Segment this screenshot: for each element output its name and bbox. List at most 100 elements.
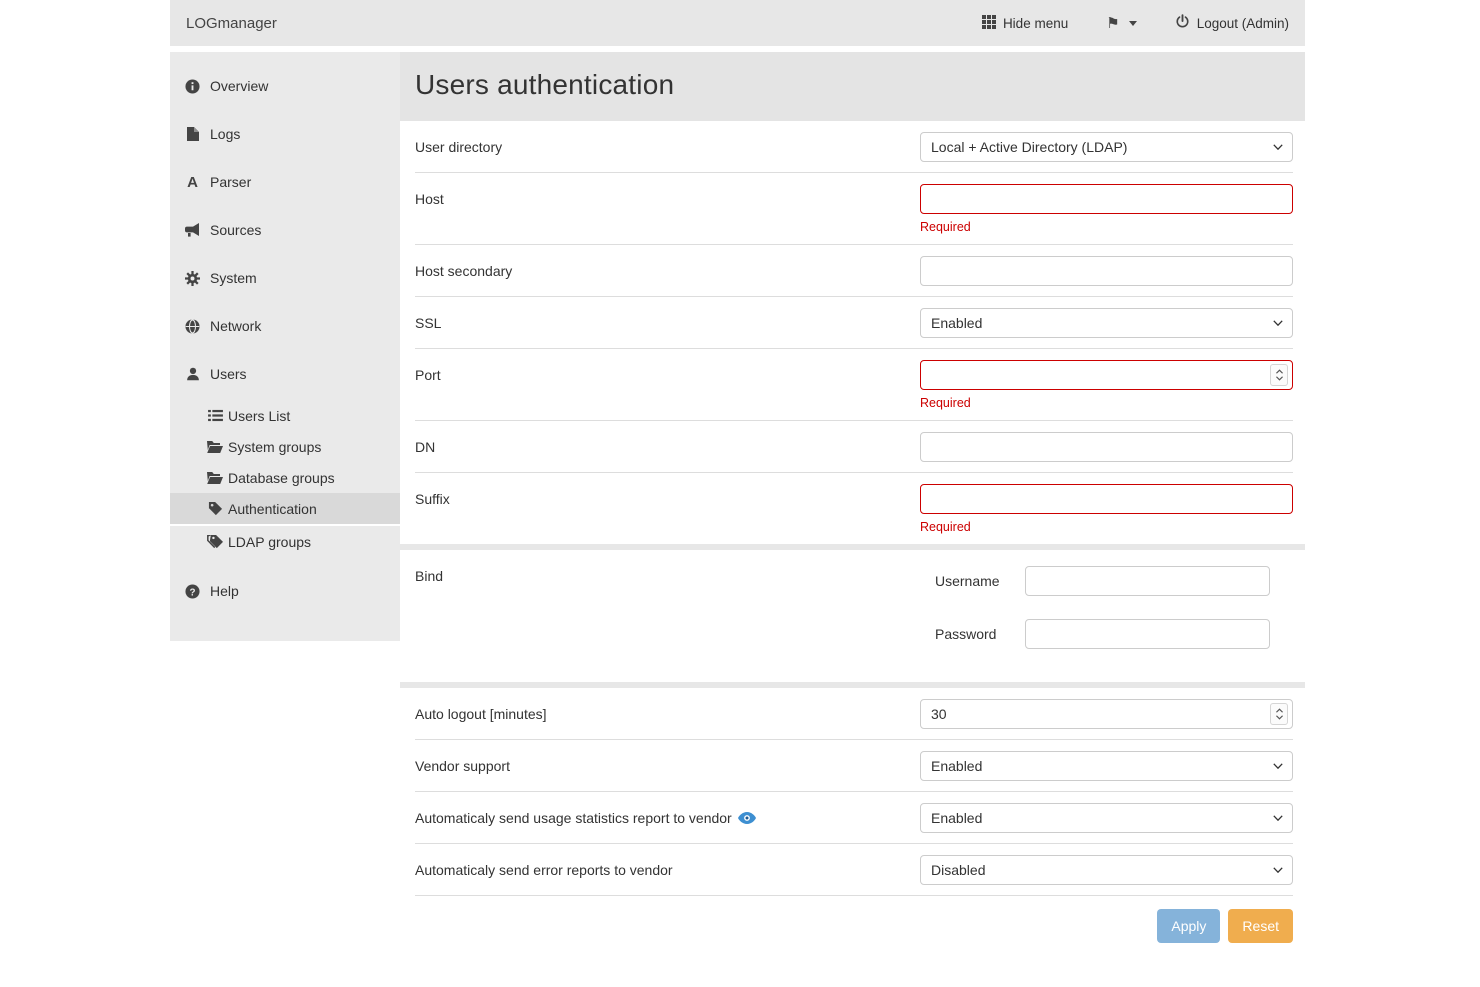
bind-password-row: Password xyxy=(920,619,1293,649)
bind-label: Bind xyxy=(415,566,920,584)
list-icon xyxy=(206,409,224,422)
suffix-error: Required xyxy=(920,520,1293,534)
sidebar-item-label: System xyxy=(210,270,257,286)
form-row-vendor-support: Vendor support Enabled xyxy=(415,740,1293,792)
usage-statistics-label: Automaticaly send usage statistics repor… xyxy=(415,810,732,826)
chevron-down-icon xyxy=(1273,867,1283,873)
form-row-user-directory: User directory Local + Active Directory … xyxy=(415,121,1293,173)
form-row-port: Port Required xyxy=(415,349,1293,421)
sidebar-item-sources[interactable]: Sources xyxy=(170,206,400,254)
user-directory-value: Local + Active Directory (LDAP) xyxy=(931,139,1127,155)
sidebar-item-label: Authentication xyxy=(228,501,317,517)
sidebar-item-label: Database groups xyxy=(228,470,335,486)
sidebar-item-users[interactable]: Users xyxy=(170,350,400,398)
number-spinner[interactable] xyxy=(1270,703,1288,725)
brand-logo: LOGmanager xyxy=(186,15,277,32)
chevron-down-icon xyxy=(1273,815,1283,821)
vendor-support-label: Vendor support xyxy=(415,751,920,774)
tags-icon xyxy=(206,534,224,549)
port-input[interactable] xyxy=(920,360,1293,390)
bind-username-input[interactable] xyxy=(1025,566,1270,596)
language-dropdown[interactable]: ⚑ xyxy=(1106,16,1136,31)
folder-icon xyxy=(206,471,224,484)
ssl-select[interactable]: Enabled xyxy=(920,308,1293,338)
reset-button[interactable]: Reset xyxy=(1228,909,1293,943)
hide-menu-label: Hide menu xyxy=(1003,16,1068,31)
usage-statistics-select[interactable]: Enabled xyxy=(920,803,1293,833)
sidebar-item-label: Help xyxy=(210,583,239,599)
bind-password-label: Password xyxy=(920,626,1025,642)
page-title: Users authentication xyxy=(415,69,1290,101)
sidebar-item-label: System groups xyxy=(228,439,321,455)
form-row-ssl: SSL Enabled xyxy=(415,297,1293,349)
sidebar-item-parser[interactable]: A Parser xyxy=(170,158,400,206)
host-input[interactable] xyxy=(920,184,1293,214)
port-error: Required xyxy=(920,396,1293,410)
bind-username-row: Username xyxy=(920,566,1293,596)
file-icon xyxy=(184,127,201,141)
sidebar-item-label: Parser xyxy=(210,174,251,190)
bind-username-label: Username xyxy=(920,573,1025,589)
tag-icon xyxy=(206,501,224,516)
megaphone-icon xyxy=(184,223,201,237)
vendor-support-value: Enabled xyxy=(931,758,982,774)
vendor-support-select[interactable]: Enabled xyxy=(920,751,1293,781)
auto-logout-label: Auto logout [minutes] xyxy=(415,699,920,722)
sidebar-item-network[interactable]: Network xyxy=(170,302,400,350)
bind-password-input[interactable] xyxy=(1025,619,1270,649)
dn-input[interactable] xyxy=(920,432,1293,462)
sidebar-item-label: Users xyxy=(210,366,247,382)
caret-down-icon xyxy=(1129,21,1137,26)
sidebar-item-label: Users List xyxy=(228,408,290,424)
sidebar-item-authentication[interactable]: Authentication xyxy=(170,493,400,526)
suffix-label: Suffix xyxy=(415,484,920,507)
sidebar-item-label: LDAP groups xyxy=(228,534,311,550)
sidebar-item-label: Overview xyxy=(210,78,268,94)
number-spinner[interactable] xyxy=(1270,364,1288,386)
host-secondary-input[interactable] xyxy=(920,256,1293,286)
form-row-dn: DN xyxy=(415,421,1293,473)
sidebar-item-database-groups[interactable]: Database groups xyxy=(170,462,400,493)
sidebar-item-overview[interactable]: Overview xyxy=(170,62,400,110)
sidebar: Overview Logs A Parser Sources xyxy=(170,52,400,641)
host-label: Host xyxy=(415,184,920,207)
user-directory-select[interactable]: Local + Active Directory (LDAP) xyxy=(920,132,1293,162)
sidebar-item-logs[interactable]: Logs xyxy=(170,110,400,158)
form-row-error-reports: Automaticaly send error reports to vendo… xyxy=(415,844,1293,896)
error-reports-select[interactable]: Disabled xyxy=(920,855,1293,885)
form-row-host-secondary: Host secondary xyxy=(415,245,1293,297)
chevron-down-icon xyxy=(1273,320,1283,326)
form-row-bind: Bind Username Password xyxy=(415,550,1293,682)
host-error: Required xyxy=(920,220,1293,234)
form-row-auto-logout: Auto logout [minutes] xyxy=(415,688,1293,740)
apply-button[interactable]: Apply xyxy=(1157,909,1220,943)
power-icon xyxy=(1175,14,1190,32)
globe-icon xyxy=(184,319,201,334)
hide-menu-button[interactable]: Hide menu xyxy=(982,15,1068,32)
sidebar-item-system-groups[interactable]: System groups xyxy=(170,431,400,462)
ssl-value: Enabled xyxy=(931,315,982,331)
flag-icon: ⚑ xyxy=(1106,16,1119,31)
sidebar-item-system[interactable]: System xyxy=(170,254,400,302)
port-label: Port xyxy=(415,360,920,383)
topbar-actions: Hide menu ⚑ Logout (Admin) xyxy=(982,14,1289,32)
sidebar-item-help[interactable]: ? Help xyxy=(170,567,400,615)
main-content: Users authentication User directory Loca… xyxy=(400,52,1305,969)
app-window: LOGmanager Hide menu ⚑ xyxy=(170,0,1305,969)
logout-label: Logout (Admin) xyxy=(1197,16,1289,31)
user-icon xyxy=(184,367,201,381)
sidebar-item-ldap-groups[interactable]: LDAP groups xyxy=(170,526,400,557)
gear-icon xyxy=(184,271,201,286)
auto-logout-input[interactable] xyxy=(920,699,1293,729)
suffix-input[interactable] xyxy=(920,484,1293,514)
svg-text:?: ? xyxy=(189,587,195,598)
logout-button[interactable]: Logout (Admin) xyxy=(1175,14,1289,32)
form-row-suffix: Suffix Required xyxy=(415,473,1293,544)
dn-label: DN xyxy=(415,432,920,455)
top-navbar: LOGmanager Hide menu ⚑ xyxy=(170,0,1305,46)
grid-icon xyxy=(982,15,996,32)
error-reports-label: Automaticaly send error reports to vendo… xyxy=(415,855,920,878)
folder-icon xyxy=(206,440,224,453)
users-submenu: Users List System groups Database groups xyxy=(170,400,400,557)
sidebar-item-users-list[interactable]: Users List xyxy=(170,400,400,431)
